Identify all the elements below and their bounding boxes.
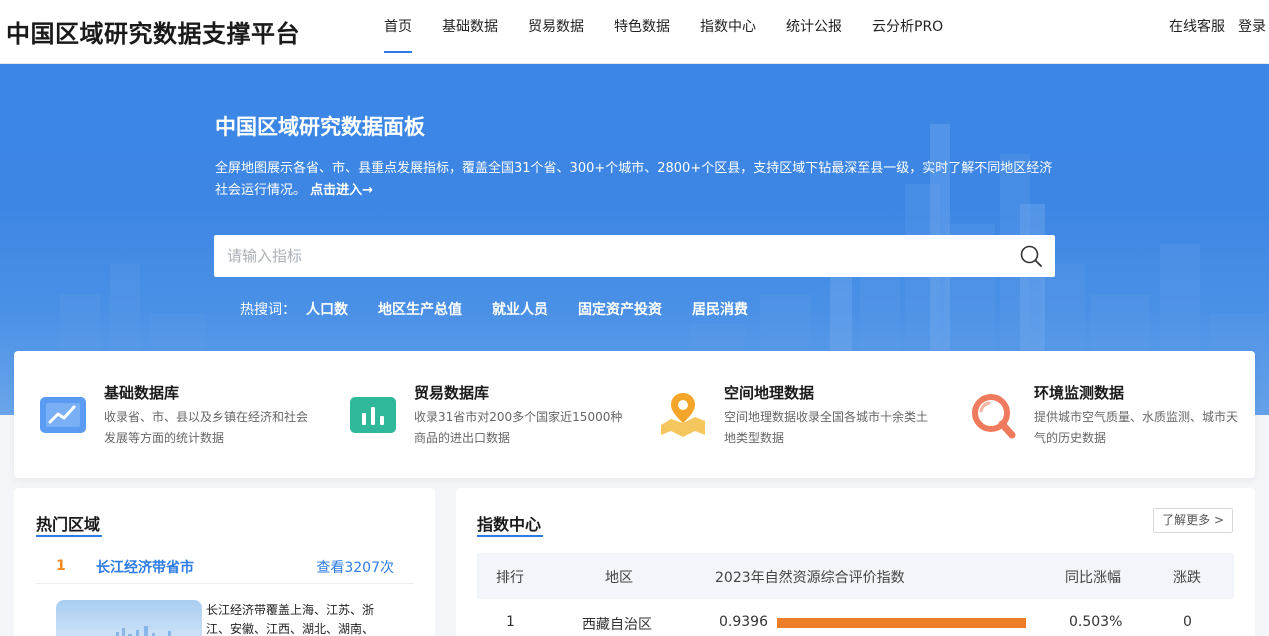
feature-description: 空间地理数据收录全国各城市十余类土地类型数据 xyxy=(724,410,929,445)
site-logo[interactable]: 中国区域研究数据支撑平台 xyxy=(6,14,300,49)
row-trend: 0 xyxy=(1183,614,1192,630)
index-bar-fill xyxy=(777,618,1026,628)
hot-regions-panel: 热门区域 1 长江经济带省市 查看3207次 长江经济带覆盖上海、江苏、浙江、安… xyxy=(14,488,435,636)
hot-region-rank: 1 xyxy=(56,558,66,574)
hot-regions-title: 热门区域 xyxy=(36,515,101,534)
bar-chart-icon xyxy=(350,397,396,433)
column-header-yoy: 同比涨幅 xyxy=(1065,570,1121,586)
hero-title: 中国区域研究数据面板 xyxy=(215,115,425,139)
feature-basic-database[interactable]: 基础数据库 收录省、市、县以及乡镇在经济和社会发展等方面的统计数据 xyxy=(37,351,317,478)
hot-keyword[interactable]: 固定资产投资 xyxy=(578,299,662,319)
column-header-trend: 涨跌 xyxy=(1173,570,1201,586)
feature-trade-database[interactable]: 贸易数据库 收录31省市对200多个国家近15000种商品的进出口数据 xyxy=(347,351,627,478)
column-header-region: 地区 xyxy=(605,570,633,586)
indicator-search-input[interactable] xyxy=(214,235,1004,277)
online-service-link[interactable]: 在线客服 xyxy=(1169,0,1225,64)
trend-chart-icon xyxy=(40,397,86,433)
enter-link[interactable]: 点击进入→ xyxy=(310,183,373,198)
hot-keyword[interactable]: 居民消费 xyxy=(692,299,748,319)
title-underline xyxy=(36,535,102,537)
hot-region-name[interactable]: 长江经济带省市 xyxy=(96,557,194,577)
feature-title: 空间地理数据 xyxy=(724,384,815,402)
feature-description: 收录31省市对200多个国家近15000种商品的进出口数据 xyxy=(414,410,623,445)
feature-description: 收录省、市、县以及乡镇在经济和社会发展等方面的统计数据 xyxy=(104,410,309,445)
nav-index-center[interactable]: 指数中心 xyxy=(685,0,771,64)
search-box xyxy=(214,235,1055,277)
hot-keyword[interactable]: 地区生产总值 xyxy=(378,299,462,319)
magnifier-icon xyxy=(972,394,1016,439)
map-pin-icon xyxy=(661,393,705,437)
hot-search-label: 热搜词： xyxy=(240,302,296,318)
index-center-panel: 指数中心 了解更多 > 排行 地区 2023年自然资源综合评价指数 同比涨幅 涨… xyxy=(456,488,1255,636)
hero-description: 全屏地图展示各省、市、县重点发展指标，覆盖全国31个省、300+个城市、2800… xyxy=(215,158,1065,202)
nav-special-data[interactable]: 特色数据 xyxy=(599,0,685,64)
feature-title: 基础数据库 xyxy=(104,384,180,402)
column-header-index: 2023年自然资源综合评价指数 xyxy=(715,570,905,586)
feature-title: 环境监测数据 xyxy=(1034,384,1125,402)
table-row[interactable]: 1 西藏自治区 0.9396 0.503% 0 xyxy=(477,606,1234,636)
hot-region-description: 长江经济带覆盖上海、江苏、浙江、安徽、江西、湖北、湖南、 xyxy=(206,603,375,636)
hot-region-views[interactable]: 查看3207次 xyxy=(316,557,394,577)
row-yoy-change: 0.503% xyxy=(1069,614,1123,630)
feature-title: 贸易数据库 xyxy=(414,384,490,402)
hot-keyword[interactable]: 人口数 xyxy=(306,299,348,319)
main-nav: 首页 基础数据 贸易数据 特色数据 指数中心 统计公报 云分析PRO xyxy=(369,0,958,64)
feature-description: 提供城市空气质量、水质监测、城市天气的历史数据 xyxy=(1034,410,1239,445)
row-region: 西藏自治区 xyxy=(582,617,652,633)
search-icon[interactable] xyxy=(1019,244,1043,268)
hot-search-bar: 热搜词： 人口数 地区生产总值 就业人员 固定资产投资 居民消费 xyxy=(240,299,778,319)
skyline-thumbnail-image xyxy=(116,626,171,636)
learn-more-button[interactable]: 了解更多 > xyxy=(1153,508,1233,533)
region-thumbnail[interactable] xyxy=(56,600,202,636)
title-underline xyxy=(477,535,543,537)
nav-cloud-analysis[interactable]: 云分析PRO xyxy=(857,0,958,64)
hot-keyword[interactable]: 就业人员 xyxy=(492,299,548,319)
top-header: 中国区域研究数据支撑平台 首页 基础数据 贸易数据 特色数据 指数中心 统计公报… xyxy=(0,0,1269,64)
row-index-value: 0.9396 xyxy=(719,614,768,630)
nav-trade-data[interactable]: 贸易数据 xyxy=(513,0,599,64)
hot-region-row[interactable]: 1 长江经济带省市 查看3207次 xyxy=(36,548,414,584)
table-header: 排行 地区 2023年自然资源综合评价指数 同比涨幅 涨跌 xyxy=(477,553,1234,599)
index-center-title: 指数中心 xyxy=(477,515,542,534)
nav-home[interactable]: 首页 xyxy=(369,0,427,64)
index-bar xyxy=(777,618,1042,628)
nav-basic-data[interactable]: 基础数据 xyxy=(427,0,513,64)
login-link[interactable]: 登录 xyxy=(1238,0,1266,64)
column-header-rank: 排行 xyxy=(496,570,524,586)
row-rank: 1 xyxy=(506,614,515,630)
header-actions: 在线客服 登录 xyxy=(1169,0,1266,64)
nav-statistical-bulletin[interactable]: 统计公报 xyxy=(771,0,857,64)
feature-environment-monitoring[interactable]: 环境监测数据 提供城市空气质量、水质监测、城市天气的历史数据 xyxy=(967,351,1247,478)
feature-card-row: 基础数据库 收录省、市、县以及乡镇在经济和社会发展等方面的统计数据 贸易数据库 … xyxy=(14,351,1255,478)
feature-spatial-geo-data[interactable]: 空间地理数据 空间地理数据收录全国各城市十余类土地类型数据 xyxy=(657,351,937,478)
